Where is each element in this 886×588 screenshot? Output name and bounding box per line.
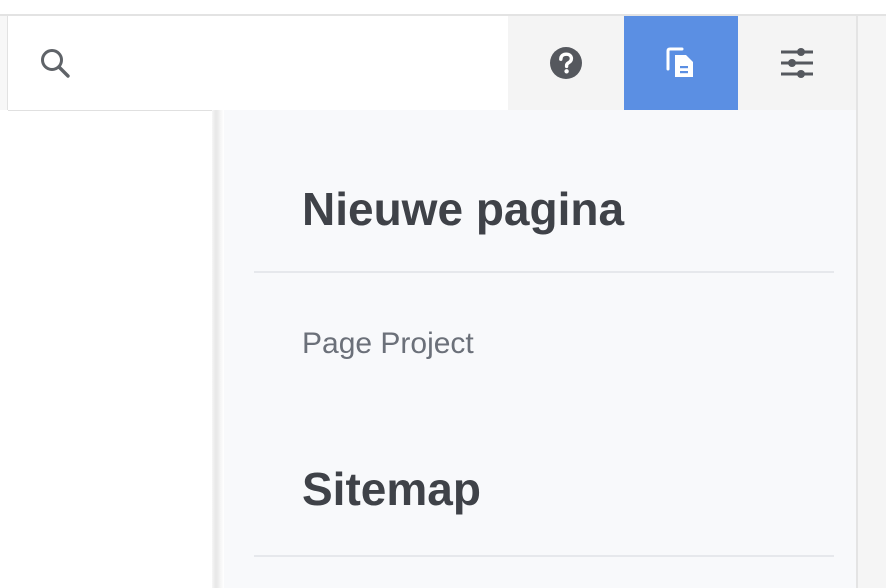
settings-button[interactable] [738,16,856,110]
search-button[interactable] [32,40,80,88]
sliders-icon [781,48,813,78]
pages-panel: Nieuwe pagina Page Project Sitemap [224,110,856,588]
sitemap-heading: Sitemap [302,463,481,515]
page-project-link[interactable]: Page Project [302,329,474,359]
section-divider [254,555,834,557]
search-icon [41,49,70,78]
new-page-heading: Nieuwe pagina [302,183,625,235]
toolbar [8,16,856,111]
section-divider [254,271,834,273]
app-frame: Nieuwe pagina Page Project Sitemap [0,0,886,588]
help-circle-icon [550,47,582,79]
left-edge [0,16,8,110]
help-button[interactable] [508,16,624,110]
panel-divider [212,110,224,588]
pages-button[interactable] [624,16,738,110]
pages-icon [666,47,693,77]
right-edge [856,16,886,588]
